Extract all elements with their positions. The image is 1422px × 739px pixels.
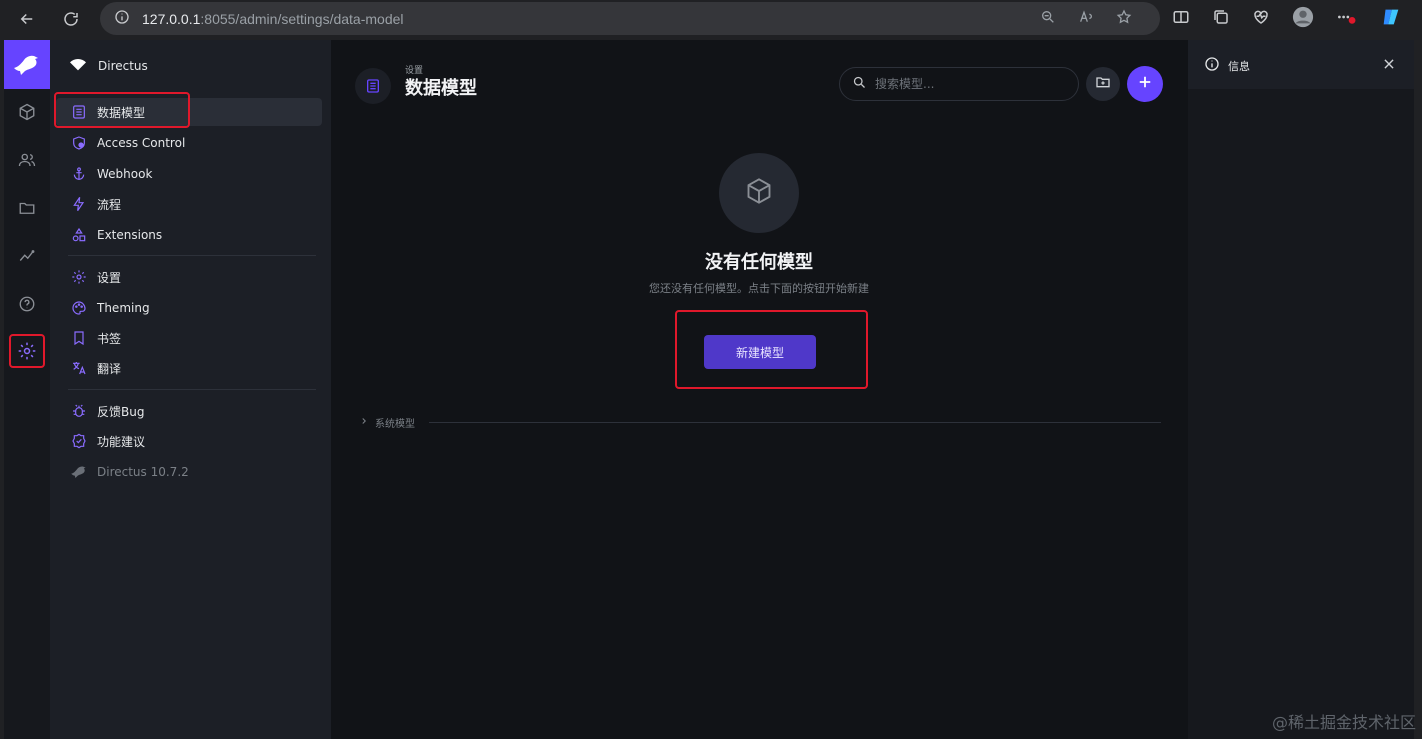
reload-icon[interactable] (56, 4, 86, 34)
folder-plus-icon (1095, 74, 1111, 94)
shapes-icon (70, 226, 88, 244)
search-models[interactable] (839, 67, 1079, 101)
data-model-header-icon (355, 68, 391, 104)
browser-toolbar: 127.0.0.1:8055/admin/settings/data-model (0, 0, 1422, 38)
bug-icon (70, 402, 88, 420)
add-model-button[interactable] (1127, 66, 1163, 102)
users-icon[interactable] (4, 145, 50, 175)
search-input[interactable] (875, 77, 1055, 91)
folder-icon[interactable] (4, 193, 50, 223)
bolt-icon (70, 195, 88, 213)
cube-icon (745, 177, 773, 209)
back-icon[interactable] (12, 4, 42, 34)
nav-item-report-bug[interactable]: 反馈Bug (56, 397, 322, 425)
directus-logo-icon[interactable] (4, 40, 50, 89)
sidebar-header: 信息 (1188, 40, 1414, 89)
more-options-icon[interactable] (1336, 8, 1358, 30)
main-content: 设置 数据模型 没有任何模型 您还没有任何模型。点击下面的按钮开始新建 新建模型… (331, 40, 1188, 739)
palette-icon (70, 299, 88, 317)
insights-icon[interactable] (4, 241, 50, 271)
empty-state-title: 没有任何模型 (705, 252, 813, 273)
anchor-icon (70, 165, 88, 183)
nav-item-bookmarks[interactable]: 书签 (56, 324, 322, 352)
project-name[interactable]: Directus (68, 56, 148, 75)
nav-item-feature-request[interactable]: 功能建议 (56, 427, 322, 455)
close-icon[interactable] (1382, 56, 1396, 75)
gear-icon (70, 268, 88, 286)
nav-item-flows[interactable]: 流程 (56, 190, 322, 218)
content-cube-icon[interactable] (4, 97, 50, 127)
split-screen-icon[interactable] (1172, 8, 1190, 30)
nav-item-version[interactable]: Directus 10.7.2 (56, 458, 322, 486)
watermark: @稀土掘金技术社区 (1271, 713, 1416, 732)
info-icon (1204, 56, 1220, 75)
highlight-settings-module (9, 334, 45, 368)
settings-navigation: Directus 数据模型 Access Control Webhook 流程 … (50, 40, 331, 739)
favorite-star-icon[interactable] (1116, 9, 1132, 29)
section-divider (429, 422, 1161, 423)
nav-item-settings[interactable]: 设置 (56, 263, 322, 291)
system-collections-toggle[interactable]: 系统模型 (359, 415, 1161, 430)
info-section-toggle[interactable]: 信息 (1204, 56, 1250, 75)
nav-item-webhook[interactable]: Webhook (56, 160, 322, 188)
verified-icon (70, 432, 88, 450)
profile-avatar-icon[interactable] (1292, 6, 1314, 32)
directus-logo-icon (70, 463, 88, 481)
highlight-data-model (54, 92, 190, 128)
create-folder-button[interactable] (1086, 67, 1120, 101)
collections-icon[interactable] (1212, 8, 1230, 30)
wifi-icon (68, 56, 88, 75)
nav-item-access-control[interactable]: Access Control (56, 129, 322, 157)
highlight-create-model (675, 310, 868, 389)
plus-icon (1136, 73, 1154, 95)
help-icon[interactable] (4, 289, 50, 319)
nav-divider (68, 389, 316, 390)
nav-item-theming[interactable]: Theming (56, 294, 322, 322)
address-bar[interactable]: 127.0.0.1:8055/admin/settings/data-model (100, 2, 1160, 35)
nav-item-translations[interactable]: 翻译 (56, 354, 322, 382)
read-aloud-icon[interactable] (1078, 9, 1094, 29)
nav-divider (68, 255, 316, 256)
chevron-right-icon (359, 416, 369, 429)
url-text: 127.0.0.1:8055/admin/settings/data-model (142, 10, 404, 27)
search-icon (852, 75, 867, 94)
site-info-icon[interactable] (114, 9, 130, 29)
module-bar (4, 40, 50, 739)
page-title: 数据模型 (405, 78, 477, 99)
bookmark-icon (70, 329, 88, 347)
nav-item-extensions[interactable]: Extensions (56, 221, 322, 249)
translate-icon (70, 359, 88, 377)
shield-icon (70, 134, 88, 152)
health-icon[interactable] (1252, 8, 1270, 30)
zoom-icon[interactable] (1040, 9, 1056, 29)
empty-state-description: 您还没有任何模型。点击下面的按钮开始新建 (649, 282, 869, 295)
empty-state-icon (719, 153, 799, 233)
info-sidebar: 信息 (1188, 40, 1414, 739)
copilot-icon[interactable] (1380, 6, 1402, 32)
directus-app: Directus 数据模型 Access Control Webhook 流程 … (4, 40, 1414, 739)
